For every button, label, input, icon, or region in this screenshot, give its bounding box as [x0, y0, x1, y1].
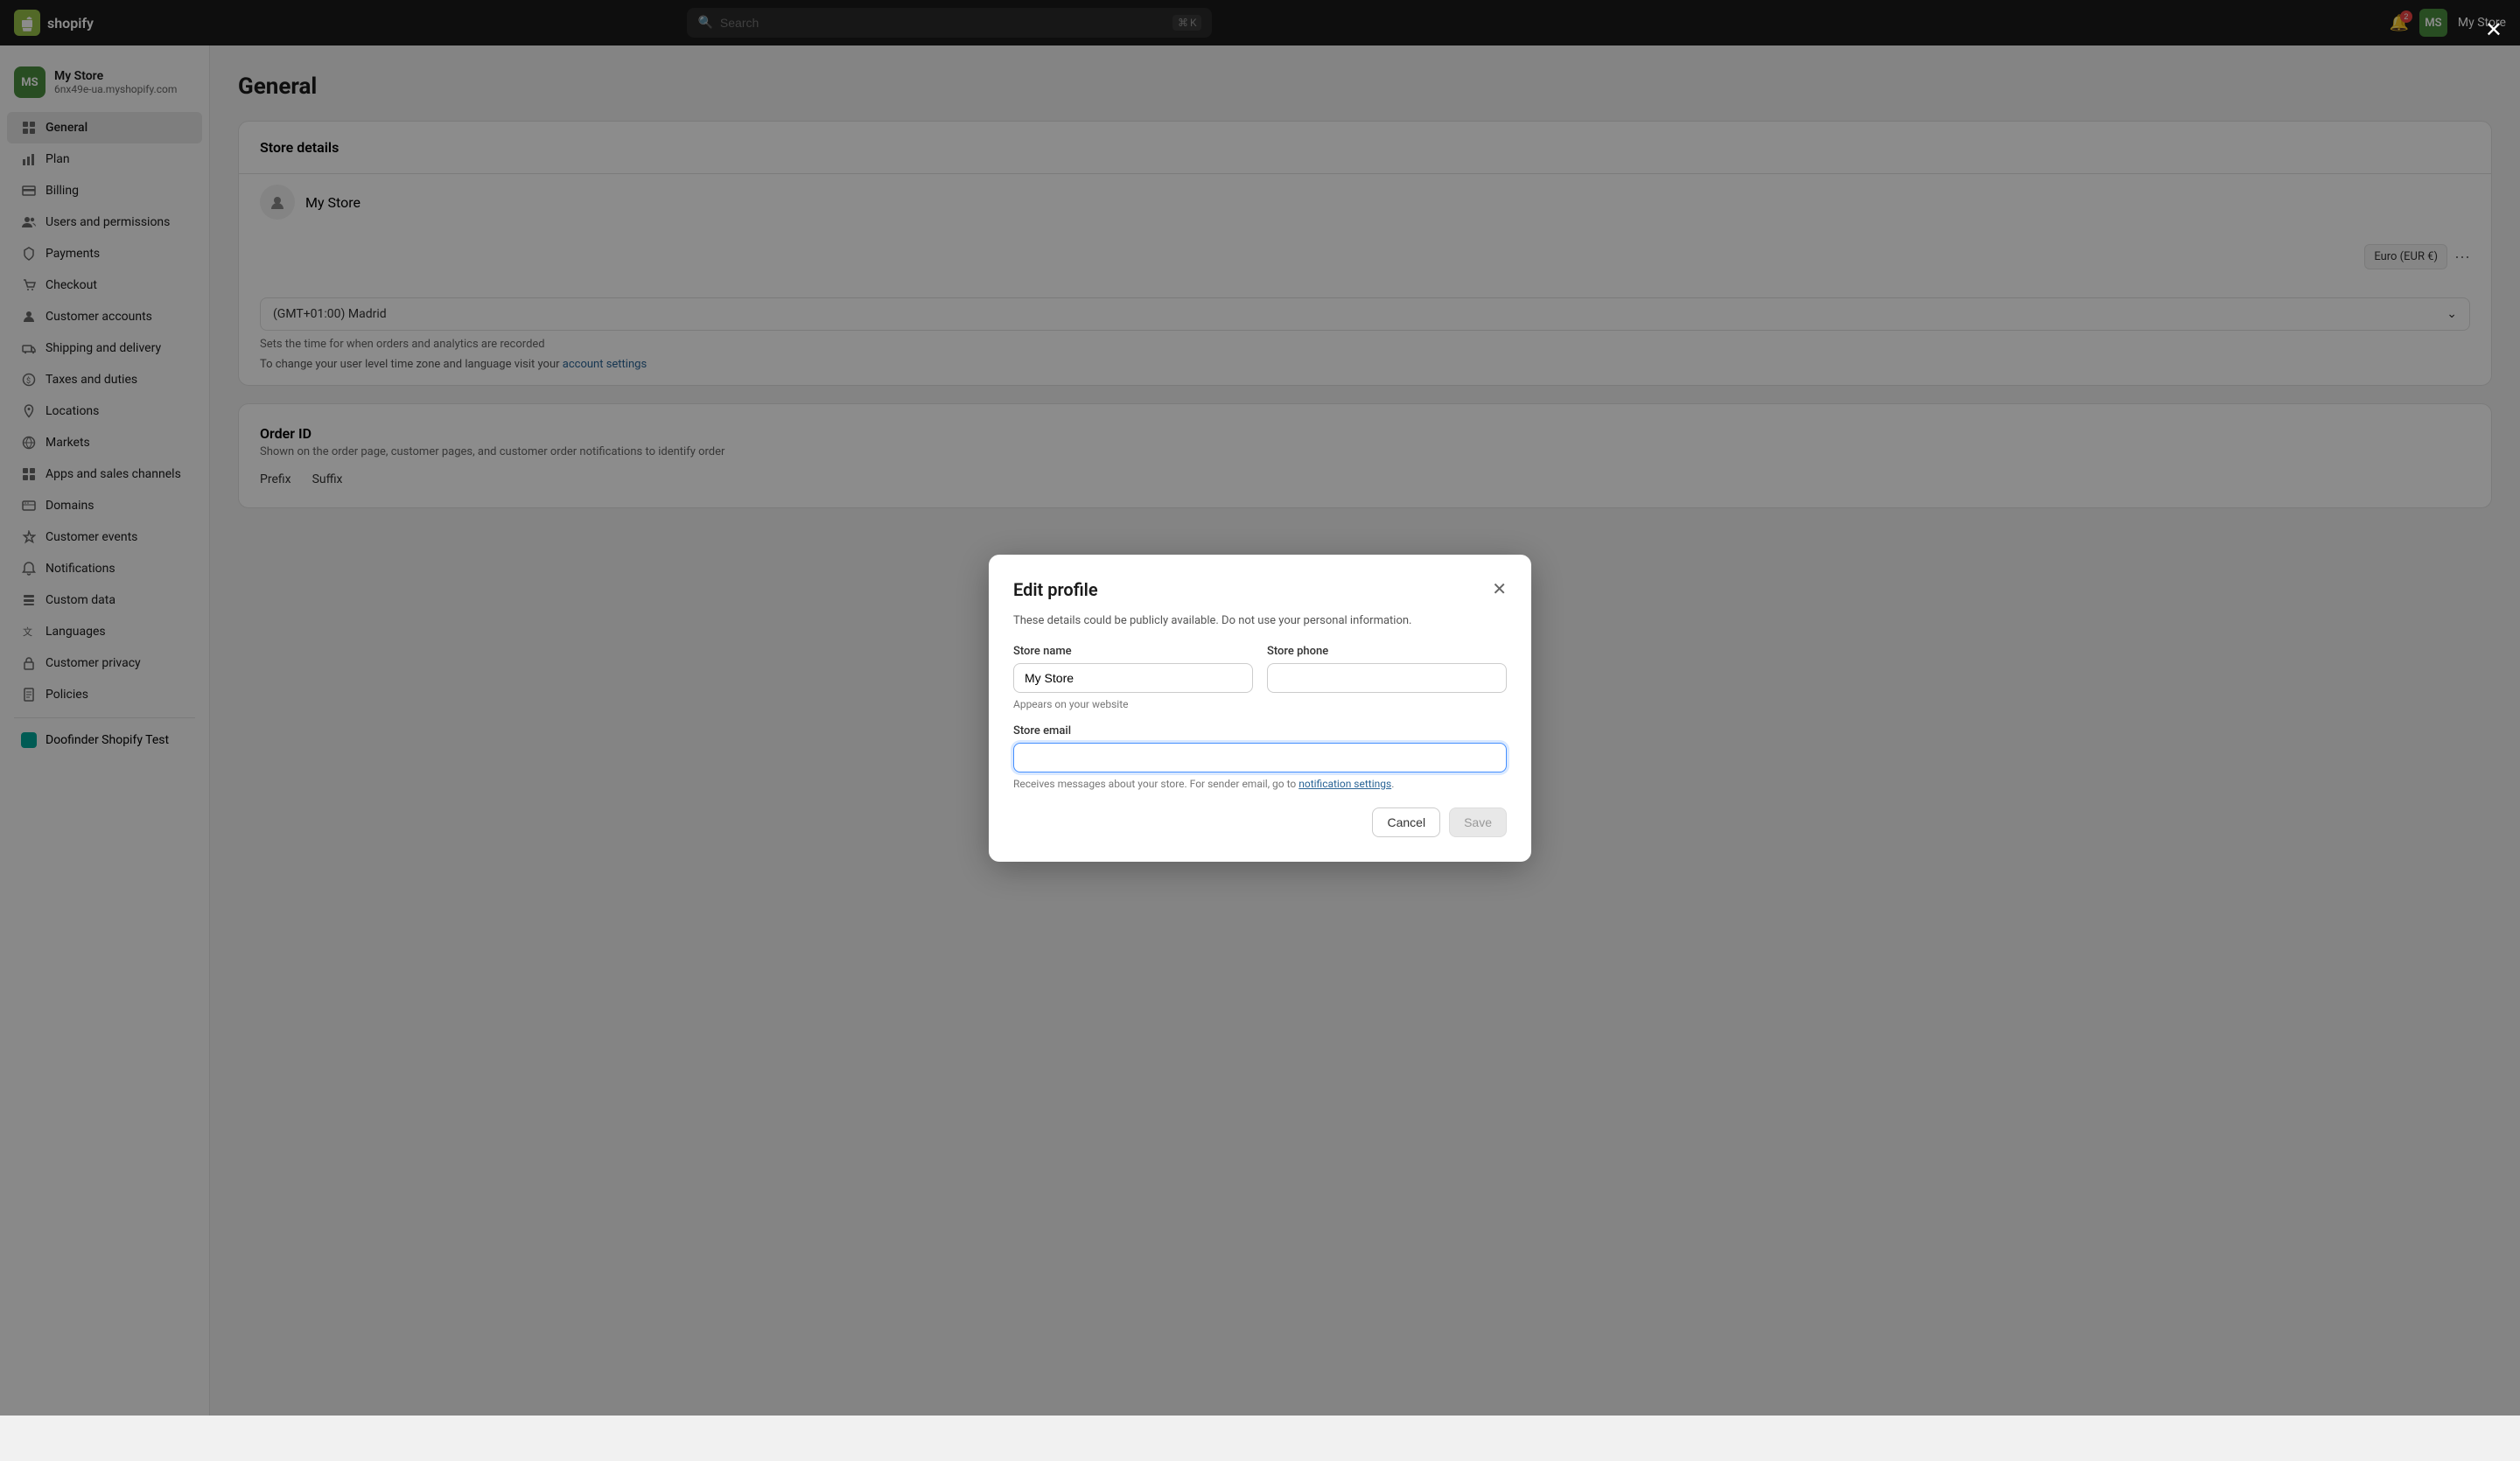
store-email-hint: Receives messages about your store. For …: [1013, 778, 1507, 790]
modal-close-button[interactable]: ✕: [1492, 581, 1507, 598]
store-email-label: Store email: [1013, 724, 1507, 737]
modal-title: Edit profile: [1013, 579, 1098, 600]
store-name-label: Store name: [1013, 645, 1253, 658]
cancel-button[interactable]: Cancel: [1372, 807, 1440, 837]
store-email-input[interactable]: [1013, 743, 1507, 772]
modal-footer: Cancel Save: [1013, 807, 1507, 837]
notification-settings-link[interactable]: notification settings: [1298, 778, 1391, 790]
store-phone-field-group: Store phone: [1267, 645, 1507, 710]
modal-description: These details could be publicly availabl…: [1013, 614, 1507, 627]
overlay-close-button[interactable]: ✕: [2485, 17, 2502, 43]
modal-header: Edit profile ✕: [1013, 579, 1507, 600]
edit-profile-modal: Edit profile ✕ These details could be pu…: [989, 555, 1531, 862]
name-phone-row: Store name Appears on your website Store…: [1013, 645, 1507, 710]
store-name-hint: Appears on your website: [1013, 698, 1253, 710]
modal-overlay: ✕ Edit profile ✕ These details could be …: [0, 0, 2520, 1416]
store-email-field-group: Store email Receives messages about your…: [1013, 724, 1507, 790]
store-name-field-group: Store name Appears on your website: [1013, 645, 1253, 710]
save-button[interactable]: Save: [1449, 807, 1507, 837]
store-phone-input[interactable]: [1267, 663, 1507, 693]
store-name-input[interactable]: [1013, 663, 1253, 693]
store-phone-label: Store phone: [1267, 645, 1507, 658]
